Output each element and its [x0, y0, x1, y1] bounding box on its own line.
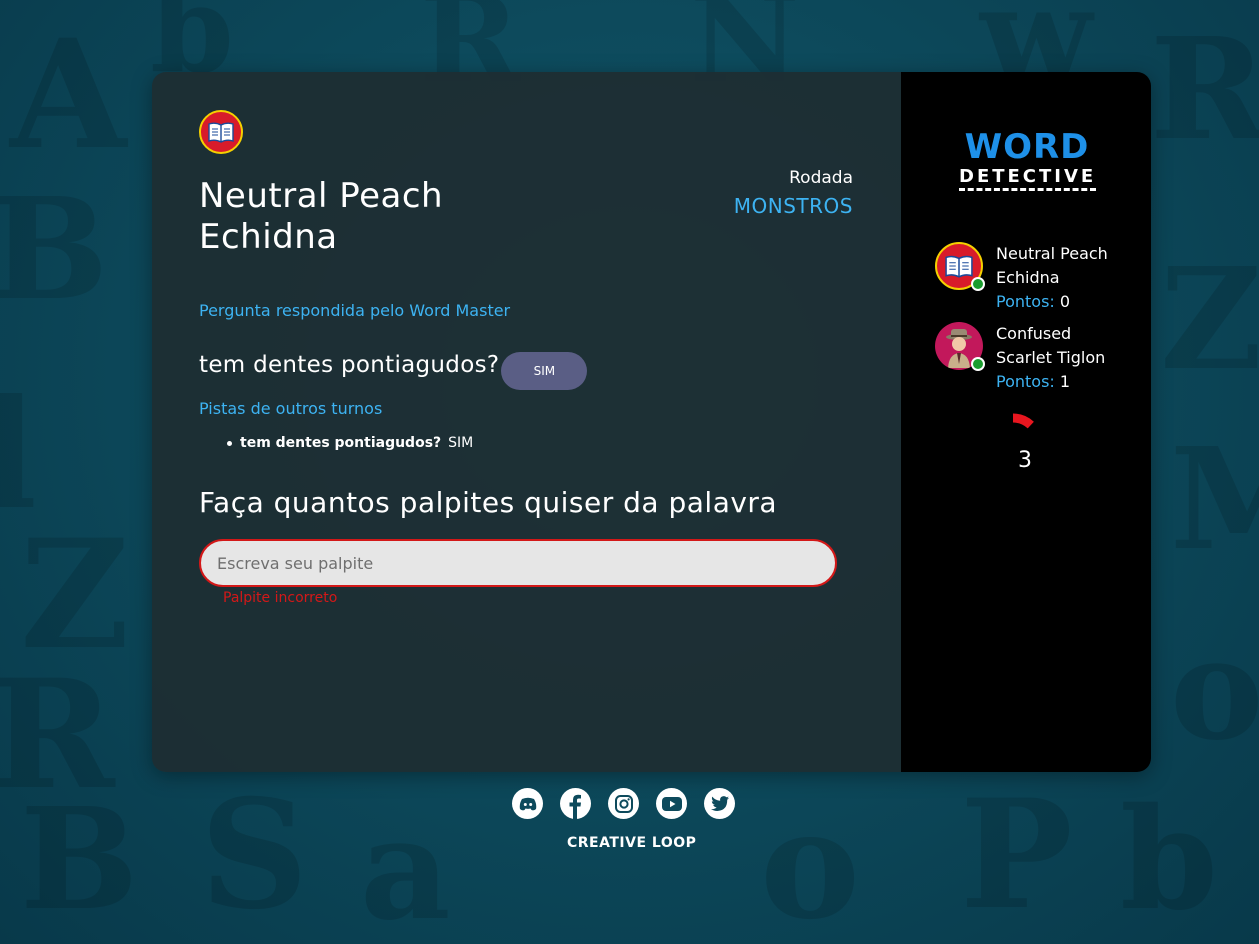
question-text: tem dentes pontiagudos? — [199, 352, 500, 378]
points-value: 1 — [1059, 372, 1071, 391]
online-status-icon — [971, 277, 985, 291]
logo-bottom: DETECTIVE — [959, 166, 1097, 191]
clues-title: Pistas de outros turnos — [199, 399, 383, 418]
discord-icon — [519, 797, 536, 810]
avatar — [935, 242, 985, 291]
online-status-icon — [971, 357, 985, 371]
twitter-icon — [710, 796, 729, 811]
guess-error-message: Palpite incorreto — [223, 590, 338, 606]
book-icon — [208, 122, 234, 143]
round-timer: 3 — [995, 410, 1055, 473]
clue-question: tem dentes pontiagudos? — [240, 435, 442, 451]
youtube-link[interactable] — [656, 788, 687, 819]
points-value: 0 — [1059, 292, 1071, 311]
game-panel: Neutral Peach Echidna Rodada MONSTROS Pe… — [152, 72, 901, 772]
word-detective-logo: WORD DETECTIVE — [959, 127, 1097, 191]
avatar — [935, 322, 985, 371]
player-name: Neutral Peach Echidna — [199, 176, 444, 257]
round-category: MONSTROS — [733, 194, 853, 218]
timer-arc-icon — [1012, 413, 1034, 429]
player-name: Confused Scarlet Tiglon — [996, 324, 1106, 367]
creative-loop-logo: CREATIVE LOOP — [567, 835, 697, 851]
youtube-icon — [661, 796, 682, 811]
clue-answer: SIM — [448, 435, 474, 451]
game-card: Neutral Peach Echidna Rodada MONSTROS Pe… — [152, 72, 1151, 772]
discord-link[interactable] — [512, 788, 543, 819]
list-item: tem dentes pontiagudos? SIM — [227, 435, 473, 451]
guess-title: Faça quantos palpites quiser da palavra — [199, 486, 778, 519]
round-label: Rodada — [789, 168, 853, 188]
player-entry: Confused Scarlet Tiglon Pontos: 1 — [935, 322, 1126, 394]
social-links — [512, 788, 752, 819]
player-entry: Neutral Peach Echidna Pontos: 0 — [935, 242, 1126, 314]
logo-top: WORD — [964, 127, 1090, 167]
answered-by-label: Pergunta respondida pelo Word Master — [199, 301, 511, 320]
bullet-icon — [227, 440, 232, 446]
instagram-icon — [614, 794, 633, 813]
sidebar: WORD DETECTIVE Neutral Peach Echidna Pon… — [901, 72, 1151, 772]
player-name: Neutral Peach Echidna — [996, 244, 1108, 287]
points-label: Pontos: — [996, 292, 1055, 311]
points-label: Pontos: — [996, 372, 1055, 391]
answer-badge: SIM — [501, 352, 588, 390]
current-question: tem dentes pontiagudos? SIM — [199, 340, 588, 390]
twitter-link[interactable] — [704, 788, 735, 819]
facebook-icon — [569, 794, 581, 819]
timer-value: 3 — [1018, 448, 1032, 473]
player-avatar — [199, 110, 243, 154]
facebook-link[interactable] — [560, 788, 591, 819]
guess-input[interactable] — [199, 539, 837, 587]
book-icon — [945, 255, 973, 278]
instagram-link[interactable] — [608, 788, 639, 819]
